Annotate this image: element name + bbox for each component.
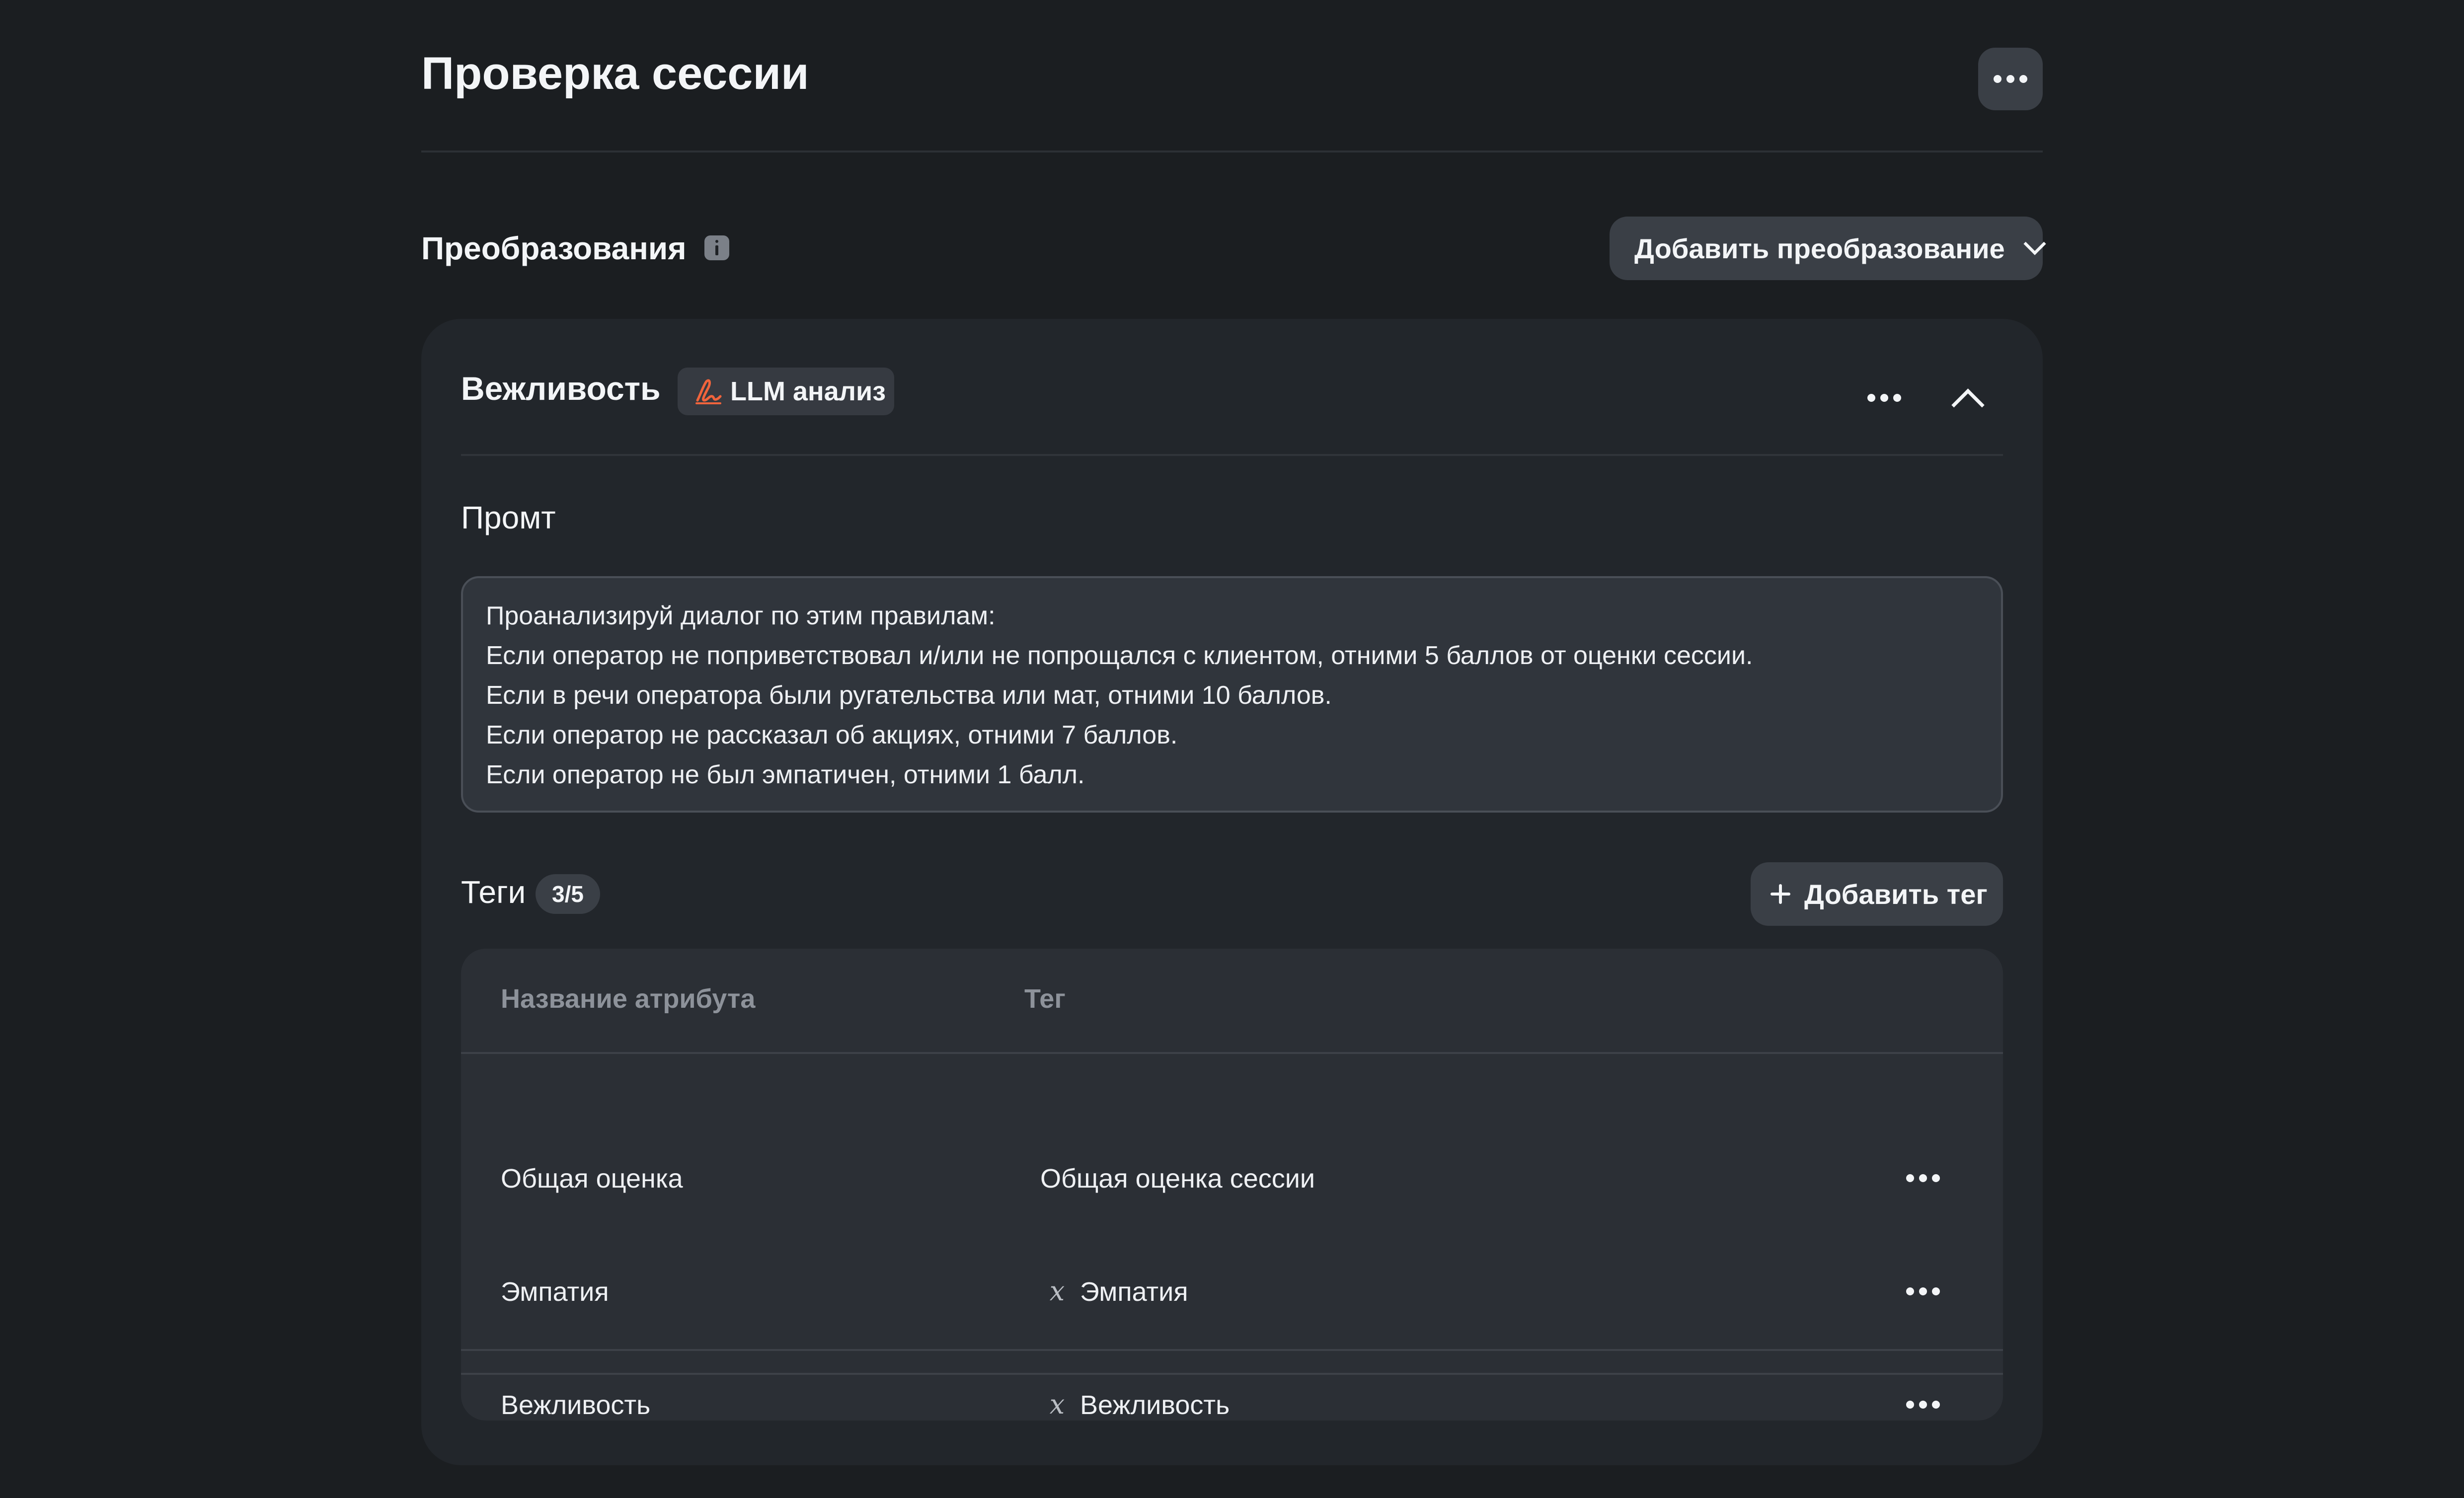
card-title: Вежливость bbox=[461, 370, 661, 407]
card-more-button[interactable] bbox=[1857, 385, 1912, 410]
tags-count-badge: 3/5 bbox=[536, 874, 600, 914]
signature-icon bbox=[695, 379, 722, 404]
llm-badge-label: LLM анализ bbox=[730, 376, 886, 406]
card-divider bbox=[461, 454, 2003, 456]
header-divider bbox=[461, 1052, 2003, 1054]
table-row-tag[interactable]: Общая оценка сессии bbox=[1040, 1161, 1315, 1196]
prompt-textarea[interactable]: Проанализируй диалог по этим правилам: Е… bbox=[461, 576, 2003, 813]
row-more-button[interactable] bbox=[1896, 1276, 1950, 1306]
row-more-button[interactable] bbox=[1896, 1163, 1950, 1193]
prompt-line: Если в речи оператора были ругательства … bbox=[486, 681, 1332, 710]
table-row-tag[interactable]: Вежливость bbox=[1080, 1388, 1230, 1421]
llm-analysis-badge: LLM анализ bbox=[678, 368, 894, 415]
row-divider bbox=[461, 1373, 2003, 1375]
tags-table: Название атрибута Тег Общая оценка Общая… bbox=[461, 949, 2003, 1421]
row-divider bbox=[461, 1349, 2003, 1351]
transformation-card: Вежливость LLM анализ Промт Проанализиру… bbox=[421, 319, 2043, 1465]
prompt-line: Если оператор не рассказал об акциях, от… bbox=[486, 721, 1178, 749]
add-tag-button[interactable]: Добавить тег bbox=[1751, 862, 2003, 926]
header-divider bbox=[421, 150, 2043, 152]
add-transformation-button[interactable]: Добавить преобразование bbox=[1610, 217, 2046, 280]
table-row-tag[interactable]: Эмпатия bbox=[1080, 1274, 1188, 1309]
add-tag-label: Добавить тег bbox=[1804, 878, 1988, 910]
prompt-line: Если оператор не был эмпатичен, отними 1… bbox=[486, 760, 1085, 789]
table-row-attribute: Вежливость bbox=[501, 1390, 651, 1420]
page: Проверка сессии Преобразования Добавить … bbox=[421, 0, 2046, 1498]
more-horizontal-icon bbox=[1994, 75, 2027, 83]
column-header-attribute: Название атрибута bbox=[501, 984, 756, 1014]
header-more-button[interactable] bbox=[1978, 48, 2043, 110]
info-icon[interactable] bbox=[704, 235, 729, 260]
prompt-line: Если оператор не поприветствовал и/или н… bbox=[486, 641, 1753, 670]
more-horizontal-icon bbox=[1906, 1174, 1940, 1182]
table-row-attribute: Общая оценка bbox=[501, 1164, 683, 1194]
table-row-attribute: Эмпатия bbox=[501, 1277, 609, 1307]
prompt-line: Проанализируй диалог по этим правилам: bbox=[486, 601, 996, 630]
section-title: Преобразования bbox=[421, 230, 687, 266]
more-horizontal-icon bbox=[1906, 1401, 1940, 1409]
tags-label: Теги bbox=[461, 874, 526, 910]
row-more-button[interactable] bbox=[1896, 1390, 1950, 1420]
more-horizontal-icon bbox=[1867, 394, 1901, 402]
column-header-tag: Тег bbox=[1024, 984, 1066, 1014]
page-title: Проверка сессии bbox=[421, 48, 809, 99]
variable-x-icon: x bbox=[1049, 1275, 1065, 1307]
collapse-button[interactable] bbox=[1941, 374, 1996, 423]
more-horizontal-icon bbox=[1906, 1287, 1940, 1295]
variable-x-icon: x bbox=[1049, 1389, 1065, 1420]
add-transformation-label: Добавить преобразование bbox=[1634, 232, 2005, 264]
plus-icon bbox=[1771, 884, 1790, 904]
prompt-label: Промт bbox=[461, 500, 556, 535]
chevron-down-icon bbox=[2023, 232, 2046, 255]
